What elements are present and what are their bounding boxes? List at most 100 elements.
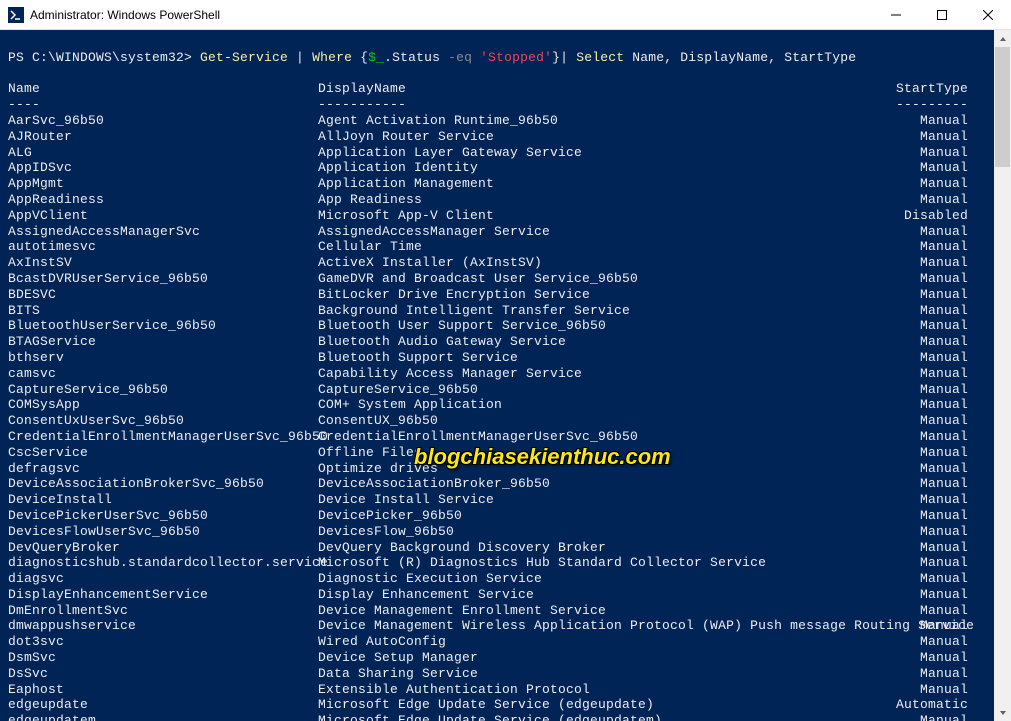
service-name: CaptureService_96b50 (8, 382, 318, 398)
service-name: BTAGService (8, 334, 318, 350)
service-name: DevicesFlowUserSvc_96b50 (8, 524, 318, 540)
service-name: COMSysApp (8, 397, 318, 413)
scroll-up-arrow[interactable] (994, 30, 1011, 47)
service-name: dot3svc (8, 634, 318, 650)
service-starttype: Automatic (888, 697, 968, 713)
table-row: BDESVCBitLocker Drive Encryption Service… (8, 287, 986, 303)
service-name: AJRouter (8, 129, 318, 145)
table-row: BTAGServiceBluetooth Audio Gateway Servi… (8, 334, 986, 350)
service-name: camsvc (8, 366, 318, 382)
service-displayname: DevicesFlow_96b50 (318, 524, 888, 540)
table-row: DevicePickerUserSvc_96b50DevicePicker_96… (8, 508, 986, 524)
service-name: AxInstSV (8, 255, 318, 271)
service-starttype: Manual (888, 334, 968, 350)
service-displayname: AssignedAccessManager Service (318, 224, 888, 240)
service-displayname: CaptureService_96b50 (318, 382, 888, 398)
table-row: BcastDVRUserService_96b50GameDVR and Bro… (8, 271, 986, 287)
service-starttype: Manual (888, 318, 968, 334)
service-starttype: Manual (888, 682, 968, 698)
table-row: DeviceInstallDevice Install ServiceManua… (8, 492, 986, 508)
table-row: DsSvcData Sharing ServiceManual (8, 666, 986, 682)
service-displayname: Extensible Authentication Protocol (318, 682, 888, 698)
table-row: camsvcCapability Access Manager ServiceM… (8, 366, 986, 382)
service-displayname: ActiveX Installer (AxInstSV) (318, 255, 888, 271)
table-row: COMSysAppCOM+ System ApplicationManual (8, 397, 986, 413)
service-name: AppVClient (8, 208, 318, 224)
service-starttype: Manual (888, 603, 968, 619)
service-displayname: Bluetooth User Support Service_96b50 (318, 318, 888, 334)
service-name: edgeupdatem (8, 713, 318, 721)
service-starttype: Manual (888, 224, 968, 240)
service-starttype: Manual (888, 239, 968, 255)
table-row: CscServiceOffline FilesManual (8, 445, 986, 461)
service-name: diagnosticshub.standardcollector.service (8, 555, 318, 571)
service-starttype: Manual (888, 382, 968, 398)
service-name: DisplayEnhancementService (8, 587, 318, 603)
table-row: DsmSvcDevice Setup ManagerManual (8, 650, 986, 666)
service-starttype: Manual (888, 350, 968, 366)
window-title: Administrator: Windows PowerShell (30, 8, 873, 22)
scroll-down-arrow[interactable] (994, 704, 1011, 721)
service-starttype: Manual (888, 255, 968, 271)
service-name: AppIDSvc (8, 160, 318, 176)
service-displayname: Device Management Enrollment Service (318, 603, 888, 619)
service-starttype: Manual (888, 271, 968, 287)
service-name: bthserv (8, 350, 318, 366)
table-row: DevQueryBrokerDevQuery Background Discov… (8, 540, 986, 556)
table-row: dot3svcWired AutoConfigManual (8, 634, 986, 650)
terminal-area[interactable]: PS C:\WINDOWS\system32> Get-Service | Wh… (0, 30, 1011, 721)
table-row: diagnosticshub.standardcollector.service… (8, 555, 986, 571)
table-row: DisplayEnhancementServiceDisplay Enhance… (8, 587, 986, 603)
close-button[interactable] (965, 0, 1011, 29)
table-row: AppIDSvcApplication IdentityManual (8, 160, 986, 176)
service-displayname: BitLocker Drive Encryption Service (318, 287, 888, 303)
vertical-scrollbar[interactable] (994, 30, 1011, 721)
terminal-output[interactable]: PS C:\WINDOWS\system32> Get-Service | Wh… (0, 30, 994, 721)
service-name: edgeupdate (8, 697, 318, 713)
table-row: ConsentUxUserSvc_96b50ConsentUX_96b50Man… (8, 413, 986, 429)
service-displayname: Wired AutoConfig (318, 634, 888, 650)
table-row: diagsvcDiagnostic Execution ServiceManua… (8, 571, 986, 587)
service-starttype: Manual (888, 160, 968, 176)
service-name: DeviceInstall (8, 492, 318, 508)
table-row: dmwappushserviceDevice Management Wirele… (8, 618, 986, 634)
service-displayname: Microsoft (R) Diagnostics Hub Standard C… (318, 555, 888, 571)
table-row: AppMgmtApplication ManagementManual (8, 176, 986, 192)
table-row: bthservBluetooth Support ServiceManual (8, 350, 986, 366)
table-row: AppReadinessApp ReadinessManual (8, 192, 986, 208)
table-row: defragsvcOptimize drivesManual (8, 461, 986, 477)
service-name: DeviceAssociationBrokerSvc_96b50 (8, 476, 318, 492)
window-controls (873, 0, 1011, 29)
table-row: AxInstSVActiveX Installer (AxInstSV)Manu… (8, 255, 986, 271)
service-starttype: Manual (888, 287, 968, 303)
service-name: dmwappushservice (8, 618, 318, 634)
table-header-underline: ------------------------ (8, 97, 986, 113)
header-name: Name (8, 81, 318, 97)
service-displayname: Cellular Time (318, 239, 888, 255)
service-name: DsSvc (8, 666, 318, 682)
service-name: AppMgmt (8, 176, 318, 192)
scroll-track[interactable] (994, 47, 1011, 704)
service-displayname: DevicePicker_96b50 (318, 508, 888, 524)
scroll-thumb[interactable] (995, 47, 1010, 167)
service-starttype: Manual (888, 713, 968, 721)
service-starttype: Manual (888, 666, 968, 682)
service-displayname: Agent Activation Runtime_96b50 (318, 113, 888, 129)
service-name: BcastDVRUserService_96b50 (8, 271, 318, 287)
service-starttype: Manual (888, 397, 968, 413)
table-row: AppVClientMicrosoft App-V ClientDisabled (8, 208, 986, 224)
service-starttype: Manual (888, 634, 968, 650)
maximize-button[interactable] (919, 0, 965, 29)
table-row: ALGApplication Layer Gateway ServiceManu… (8, 145, 986, 161)
prompt-line: PS C:\WINDOWS\system32> Get-Service | Wh… (8, 50, 856, 65)
service-starttype: Manual (888, 445, 968, 461)
service-displayname: Diagnostic Execution Service (318, 571, 888, 587)
service-name: DsmSvc (8, 650, 318, 666)
service-starttype: Manual (888, 508, 968, 524)
service-starttype: Manual (888, 413, 968, 429)
service-name: DevicePickerUserSvc_96b50 (8, 508, 318, 524)
table-row: EaphostExtensible Authentication Protoco… (8, 682, 986, 698)
table-row: DmEnrollmentSvcDevice Management Enrollm… (8, 603, 986, 619)
service-displayname: Display Enhancement Service (318, 587, 888, 603)
minimize-button[interactable] (873, 0, 919, 29)
